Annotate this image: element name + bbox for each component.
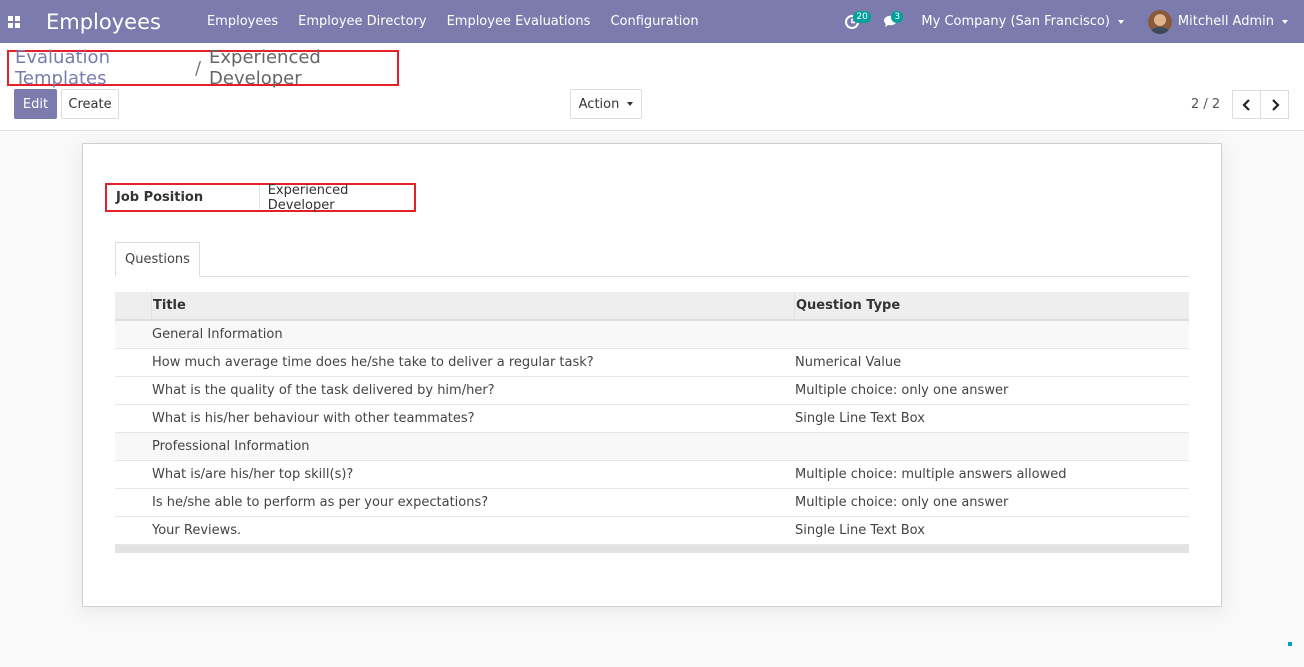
row-handle — [115, 433, 151, 460]
row-question-type: Multiple choice: multiple answers allowe… — [795, 467, 1067, 482]
row-question-type: Single Line Text Box — [795, 411, 925, 426]
pager-next-button[interactable] — [1260, 90, 1289, 119]
table-row[interactable]: Is he/she able to perform as per your ex… — [115, 489, 1189, 517]
row-title: What is the quality of the task delivere… — [152, 383, 495, 398]
breadcrumb-separator: / — [194, 57, 202, 79]
chevron-right-icon — [1271, 98, 1280, 111]
row-title: Your Reviews. — [152, 523, 242, 538]
pager-previous-button[interactable] — [1232, 90, 1261, 119]
row-title: Professional Information — [152, 439, 310, 454]
company-switcher[interactable]: My Company (San Francisco) — [921, 14, 1124, 29]
debug-indicator — [1288, 642, 1292, 646]
menu-employee-directory[interactable]: Employee Directory — [288, 0, 436, 43]
messages-button[interactable]: 3 — [877, 0, 904, 43]
table-header: Title Question Type — [115, 292, 1189, 321]
job-position-field: Job Position Experienced Developer — [105, 183, 416, 213]
create-button[interactable]: Create — [61, 89, 119, 119]
chevron-left-icon — [1241, 98, 1250, 111]
table-footer — [115, 545, 1189, 553]
action-label: Action — [578, 96, 620, 112]
caret-down-icon — [627, 102, 634, 106]
edit-button[interactable]: Edit — [14, 89, 57, 119]
row-question-type: Multiple choice: only one answer — [795, 495, 1009, 510]
section-row[interactable]: Professional Information — [115, 433, 1189, 461]
row-question-type: Multiple choice: only one answer — [795, 383, 1009, 398]
breadcrumb-parent-link[interactable]: Evaluation Templates — [15, 47, 187, 89]
menu-employees[interactable]: Employees — [197, 0, 288, 43]
row-title: What is/are his/her top skill(s)? — [152, 467, 354, 482]
job-position-value[interactable]: Experienced Developer — [260, 183, 414, 213]
user-menu[interactable]: Mitchell Admin — [1147, 9, 1288, 34]
row-handle — [115, 517, 151, 544]
column-header-question-type[interactable]: Question Type — [794, 292, 1189, 319]
breadcrumb: Evaluation Templates / Experienced Devel… — [7, 47, 399, 89]
questions-table: Title Question Type General Information H… — [115, 292, 1189, 553]
row-handle — [115, 377, 151, 404]
tab-questions[interactable]: Questions — [115, 242, 200, 277]
caret-down-icon — [1117, 19, 1124, 24]
column-header-title[interactable]: Title — [151, 292, 794, 319]
row-handle — [115, 321, 151, 348]
avatar — [1147, 9, 1172, 34]
form-sheet: Job Position Experienced Developer Quest… — [82, 143, 1222, 607]
pager-value[interactable]: 2 / 2 — [1191, 97, 1220, 112]
user-name: Mitchell Admin — [1177, 14, 1274, 29]
row-question-type: Single Line Text Box — [795, 523, 925, 538]
section-row[interactable]: General Information — [115, 321, 1189, 349]
table-row[interactable]: What is/are his/her top skill(s)? Multipl… — [115, 461, 1189, 489]
caret-down-icon — [1282, 19, 1288, 24]
row-title: What is his/her behaviour with other tea… — [152, 411, 475, 426]
activity-count-badge: 20 — [853, 11, 871, 23]
table-row[interactable]: How much average time does he/she take t… — [115, 349, 1189, 377]
row-handle — [115, 349, 151, 376]
table-row[interactable]: Your Reviews. Single Line Text Box — [115, 517, 1189, 545]
table-row[interactable]: What is the quality of the task delivere… — [115, 377, 1189, 405]
notebook-tabs: Questions — [115, 242, 1189, 277]
row-title: Is he/she able to perform as per your ex… — [152, 495, 489, 510]
table-body: General Information How much average time… — [115, 321, 1189, 545]
row-question-type: Numerical Value — [795, 355, 902, 370]
main-menu: Employees Employee Directory Employee Ev… — [197, 0, 709, 43]
activity-button[interactable]: 20 — [839, 0, 871, 43]
top-navbar: Employees Employees Employee Directory E… — [0, 0, 1304, 43]
action-dropdown-button[interactable]: Action — [570, 89, 642, 119]
row-title: How much average time does he/she take t… — [152, 355, 594, 370]
row-title: General Information — [152, 327, 283, 342]
systray: 20 3 My Company (San Francisco) Mitchell… — [839, 0, 1304, 43]
message-count-badge: 3 — [891, 11, 904, 23]
breadcrumb-current: Experienced Developer — [209, 47, 321, 89]
row-handle — [115, 489, 151, 516]
row-question-type — [794, 433, 1189, 460]
company-name: My Company (San Francisco) — [921, 14, 1110, 29]
control-panel: Evaluation Templates / Experienced Devel… — [0, 43, 1304, 131]
row-question-type — [794, 321, 1189, 348]
app-title: Employees — [46, 9, 161, 34]
menu-configuration[interactable]: Configuration — [600, 0, 708, 43]
row-handle — [115, 461, 151, 488]
row-handle — [115, 405, 151, 432]
menu-employee-evaluations[interactable]: Employee Evaluations — [437, 0, 601, 43]
apps-menu-icon[interactable] — [0, 0, 28, 43]
handle-column-header — [115, 292, 151, 319]
table-row[interactable]: What is his/her behaviour with other tea… — [115, 405, 1189, 433]
job-position-label: Job Position — [107, 185, 260, 210]
